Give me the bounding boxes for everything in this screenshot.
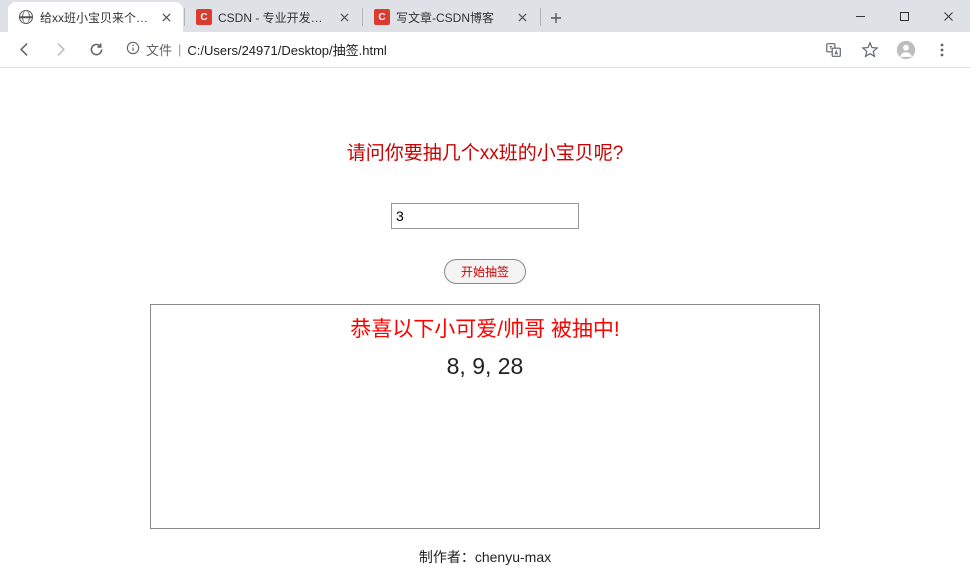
tab-csdn-write[interactable]: C 写文章-CSDN博客 [364,2,539,32]
url-separator: | [178,42,181,57]
address-bar: 文件 | C:/Users/24971/Desktop/抽签.html [0,32,970,68]
result-box: 恭喜以下小可爱/帅哥 被抽中! 8, 9, 28 [150,304,820,529]
congrats-text: 恭喜以下小可爱/帅哥 被抽中! [151,313,819,343]
menu-icon[interactable] [930,38,954,62]
action-row: 开始抽签 [0,259,970,284]
tab-separator [540,8,541,26]
tab-title: 写文章-CSDN博客 [396,9,509,26]
tab-title: 给xx班小宝贝来个抽签 [40,9,153,26]
author-label: 制作者：chenyu-max [0,547,970,567]
back-button[interactable] [10,36,38,64]
window-controls [838,0,970,32]
count-input[interactable] [391,203,579,229]
new-tab-button[interactable] [542,4,570,32]
url-prefix: 文件 [146,40,172,59]
prompt-heading: 请问你要抽几个xx班的小宝贝呢? [0,138,970,165]
minimize-button[interactable] [838,1,882,31]
url-bar[interactable]: 文件 | C:/Users/24971/Desktop/抽签.html [118,40,814,59]
reload-button[interactable] [82,36,110,64]
info-icon[interactable] [126,41,140,58]
browser-tab-strip: 给xx班小宝贝来个抽签 C CSDN - 专业开发者社区 C 写文章-CSDN博… [0,0,970,32]
csdn-icon: C [374,9,390,25]
tabs-container: 给xx班小宝贝来个抽签 C CSDN - 专业开发者社区 C 写文章-CSDN博… [0,2,838,32]
forward-button[interactable] [46,36,74,64]
close-window-button[interactable] [926,1,970,31]
toolbar-right [822,38,960,62]
page-content: 请问你要抽几个xx班的小宝贝呢? 开始抽签 恭喜以下小可爱/帅哥 被抽中! 8,… [0,68,970,567]
close-icon[interactable] [337,10,351,24]
star-icon[interactable] [858,38,882,62]
profile-icon[interactable] [894,38,918,62]
close-icon[interactable] [515,10,529,24]
maximize-button[interactable] [882,1,926,31]
tab-separator [184,8,185,26]
tab-separator [362,8,363,26]
globe-icon [18,9,34,25]
close-icon[interactable] [159,10,173,24]
translate-icon[interactable] [822,38,846,62]
tab-active[interactable]: 给xx班小宝贝来个抽签 [8,2,183,32]
tab-title: CSDN - 专业开发者社区 [218,9,331,26]
start-draw-button[interactable]: 开始抽签 [444,259,526,284]
result-numbers: 8, 9, 28 [151,353,819,380]
tab-csdn-home[interactable]: C CSDN - 专业开发者社区 [186,2,361,32]
url-path: C:/Users/24971/Desktop/抽签.html [187,40,386,59]
csdn-icon: C [196,9,212,25]
